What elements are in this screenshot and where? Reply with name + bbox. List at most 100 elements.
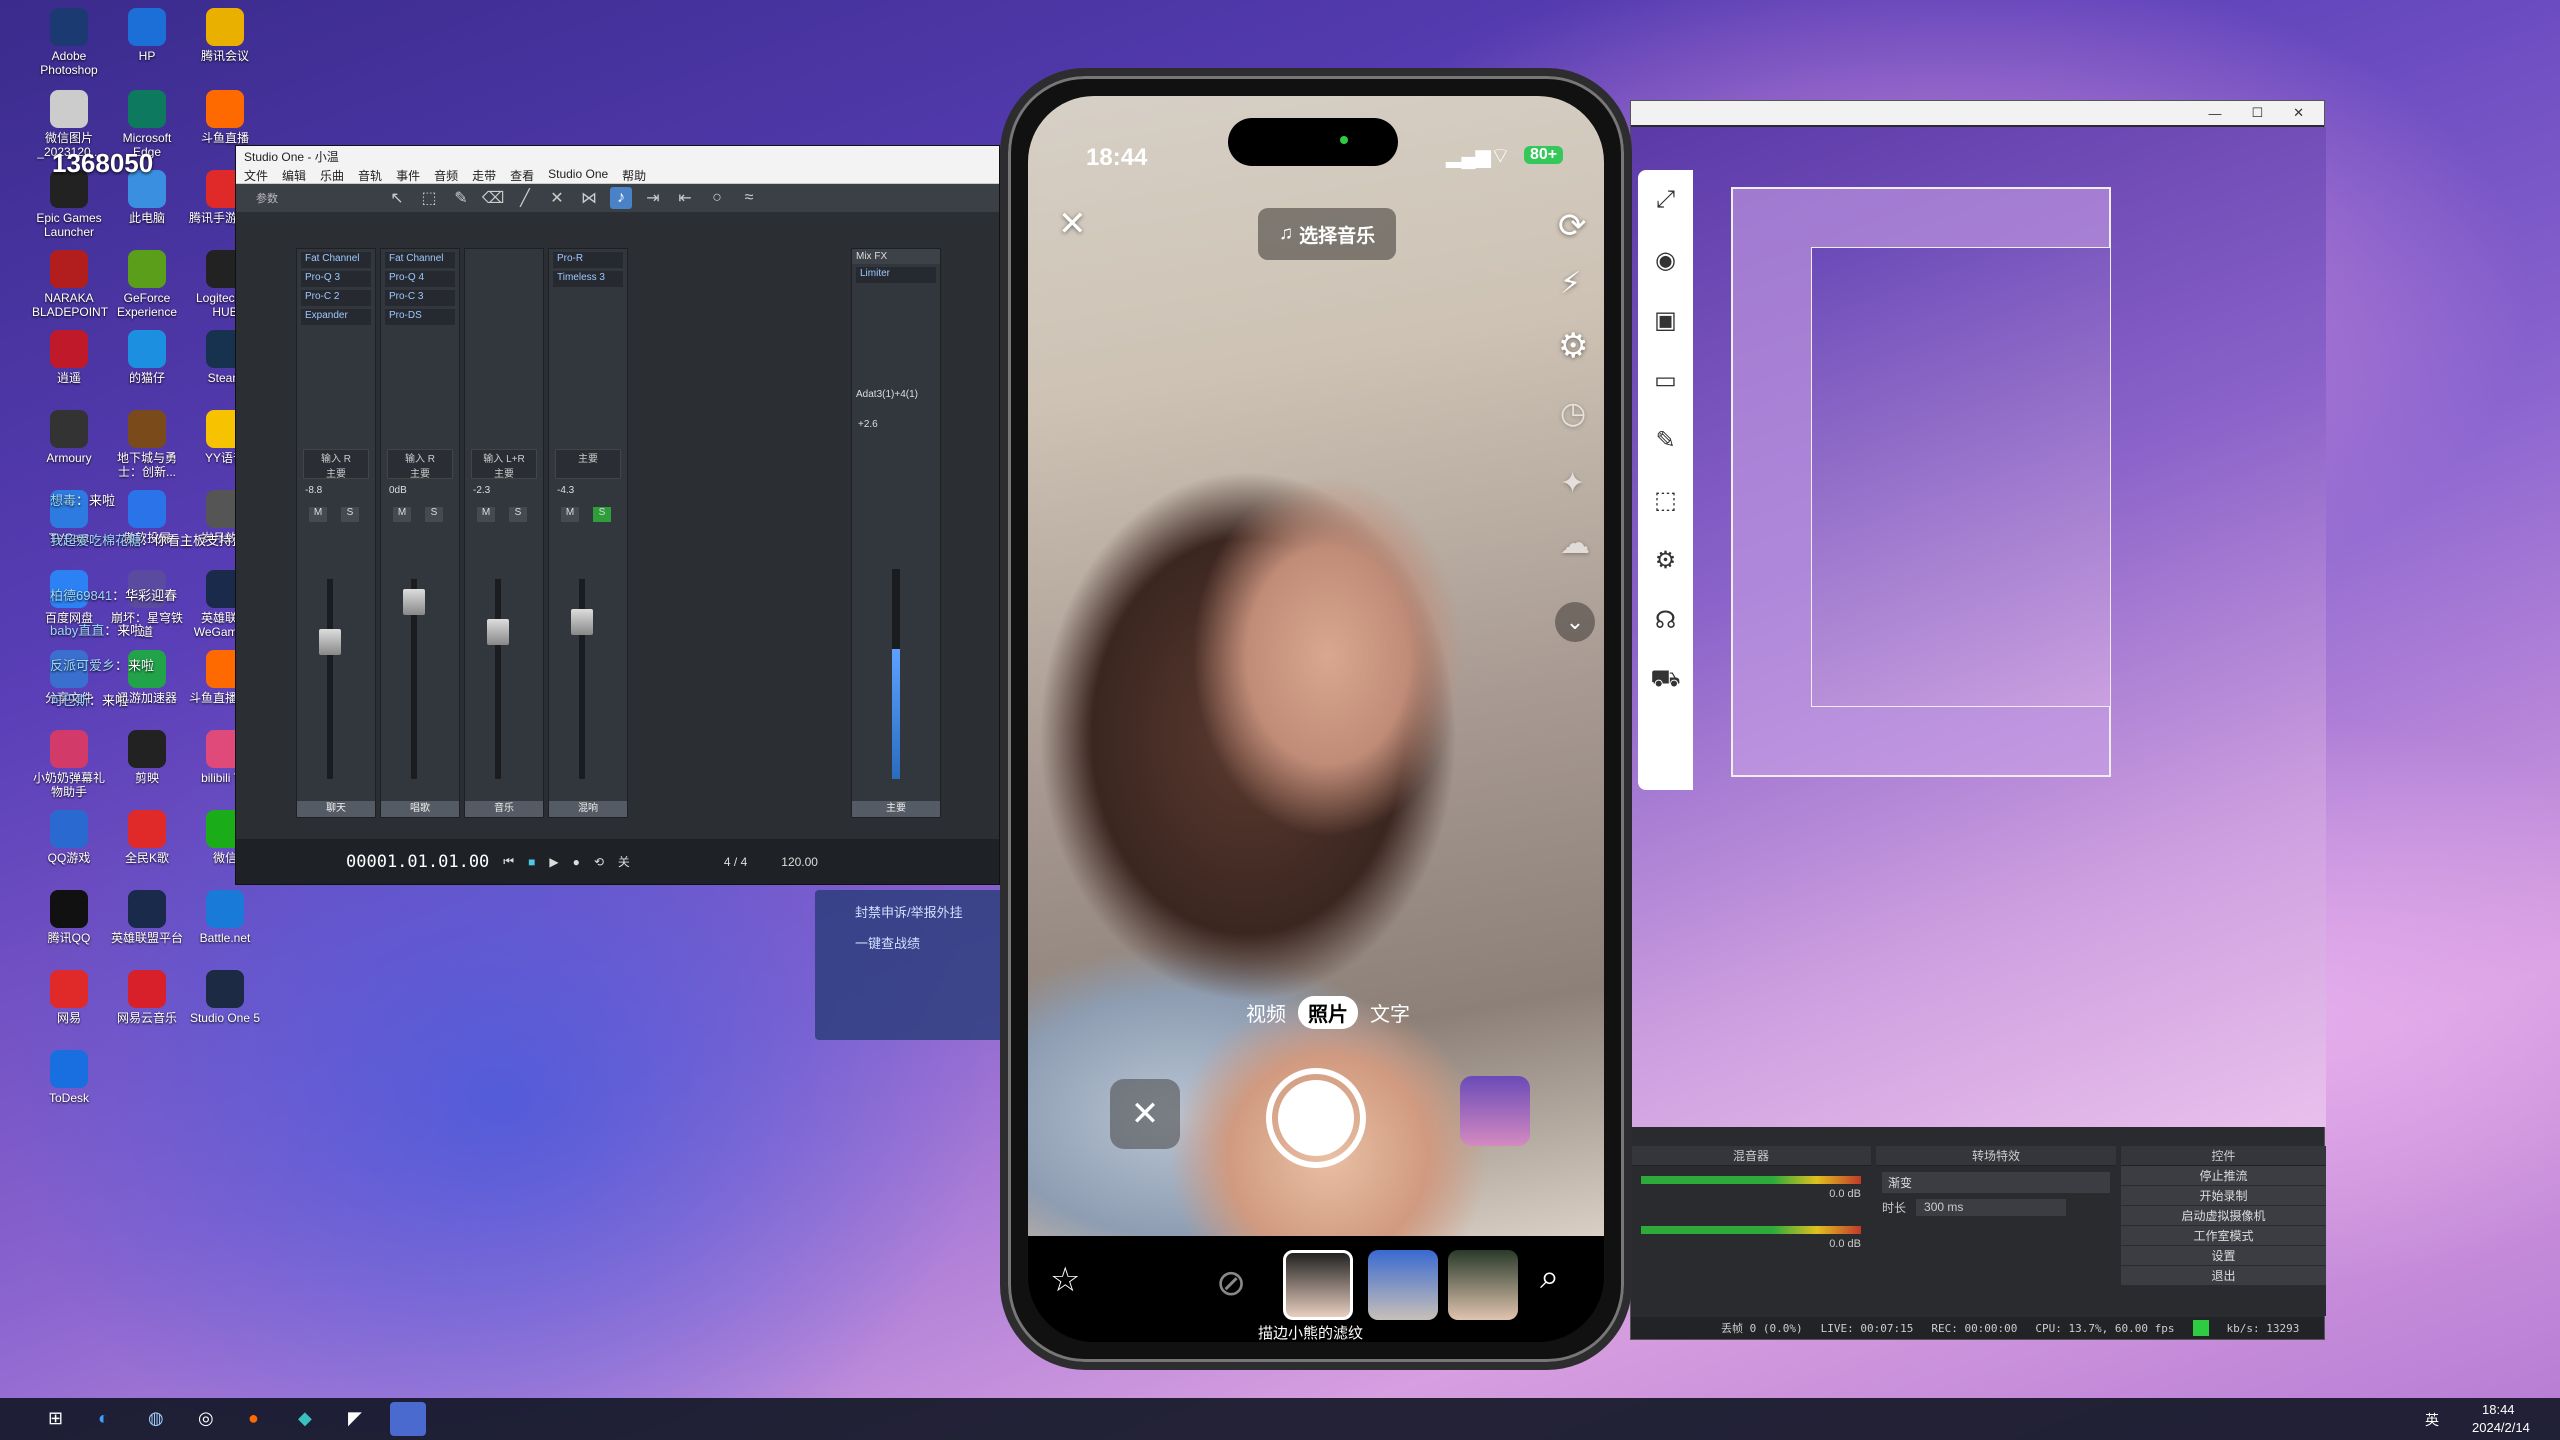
close-icon[interactable]: ✕ (1058, 204, 1087, 244)
fader-handle[interactable] (571, 609, 593, 635)
shutter-button[interactable] (1266, 1068, 1366, 1168)
desktop-icon[interactable]: Epic Games Launcher (32, 170, 106, 239)
edge-taskbar-icon[interactable]: ◐ (98, 1408, 109, 1429)
solo-button[interactable]: S (341, 507, 359, 522)
mode-photo[interactable]: 照片 (1298, 995, 1358, 1029)
settings-icon[interactable]: ⚙ (1638, 530, 1693, 590)
mode-video[interactable]: 视频 (1246, 998, 1286, 1027)
desktop-icon[interactable]: Armoury (32, 410, 106, 465)
menu-item[interactable]: 帮助 (622, 167, 646, 183)
headphones-icon[interactable]: ☊ (1638, 590, 1693, 650)
beauty-icon[interactable]: ☁ (1560, 526, 1590, 561)
main-bus-insert[interactable]: Limiter (856, 267, 936, 283)
channel-name[interactable]: 混响 (549, 801, 627, 817)
desktop-icon[interactable]: 逍遥 (32, 330, 106, 385)
solo-button[interactable]: S (509, 507, 527, 522)
camera-icon[interactable]: ◉ (1638, 230, 1693, 290)
desktop-icon[interactable]: Adobe Photoshop (32, 8, 106, 77)
crop-icon[interactable]: ⬚ (1638, 470, 1693, 530)
desktop-icon[interactable]: 斗鱼直播 (188, 90, 262, 145)
steam-taskbar-icon[interactable]: ◍ (148, 1408, 164, 1429)
forward-tool-icon[interactable]: ⇥ (642, 187, 664, 209)
insert-slot[interactable]: Expander (301, 309, 371, 325)
desktop-icon[interactable]: NARAKA BLADEPOINT (32, 250, 108, 319)
insert-slot[interactable]: Pro-C 2 (301, 290, 371, 306)
screen-cast-icon[interactable]: ▭ (1638, 350, 1693, 410)
play-button[interactable]: ▶ (549, 855, 558, 869)
mix-tool-icon[interactable]: ≈ (738, 187, 760, 209)
channel-io[interactable]: 输入 R 主要 (387, 449, 453, 480)
mute-tool-icon[interactable]: ✕ (546, 187, 568, 209)
maximize-icon[interactable]: ☐ (2251, 105, 2263, 121)
desktop-icon[interactable]: 网易云音乐 (110, 970, 184, 1025)
douyu-taskbar-icon[interactable]: ● (248, 1408, 259, 1429)
desktop-icon[interactable]: 腾讯会议 (188, 8, 262, 63)
star-icon[interactable]: ☆ (1050, 1260, 1080, 1300)
menu-item[interactable]: Studio One (548, 167, 608, 182)
record-button[interactable]: ● (573, 855, 580, 869)
discard-button[interactable]: ✕ (1110, 1079, 1180, 1149)
close-icon[interactable]: ✕ (2293, 105, 2304, 121)
mute-button[interactable]: M (477, 507, 495, 522)
mute-button[interactable]: M (561, 507, 579, 522)
no-filter-icon[interactable]: ⊘ (1216, 1262, 1246, 1304)
obs-control-button[interactable]: 停止推流 (2121, 1166, 2326, 1186)
desktop-icon[interactable]: 全民K歌 (110, 810, 184, 865)
solo-button[interactable]: S (593, 507, 611, 522)
desktop-icon[interactable]: 小奶奶弹幕礼物助手 (32, 730, 106, 799)
studio-one-taskbar-icon[interactable]: ◤ (348, 1408, 362, 1429)
filter-thumb-3[interactable] (1448, 1250, 1518, 1320)
gallery-thumbnail[interactable] (1460, 1076, 1530, 1146)
search-icon[interactable]: ⌕ (1540, 1258, 1559, 1297)
desktop-icon[interactable]: 腾讯QQ (32, 890, 106, 945)
desktop-icon[interactable]: 网易 (32, 970, 106, 1025)
desktop-icon[interactable]: 剪映 (110, 730, 184, 785)
desktop-icon[interactable]: Studio One 5 (188, 970, 262, 1025)
rewind-button[interactable]: ⏮ (503, 854, 514, 869)
magic-wand-icon[interactable]: ✦ (1560, 466, 1585, 501)
zoom-tool-icon[interactable]: ○ (706, 187, 728, 209)
transition-select[interactable]: 渐变 (1882, 1172, 2110, 1193)
duration-input[interactable]: 300 ms (1916, 1199, 2067, 1216)
settings-icon[interactable]: ⚙ (1558, 326, 1588, 366)
menu-item[interactable]: 事件 (396, 167, 420, 183)
insert-slot[interactable]: Pro-Q 4 (385, 271, 455, 287)
menu-item[interactable]: 音频 (434, 167, 458, 183)
obs-control-button[interactable]: 开始录制 (2121, 1186, 2326, 1206)
channel-name[interactable]: 音乐 (465, 801, 543, 817)
start-icon[interactable]: ⊞ (48, 1408, 63, 1429)
minimize-icon[interactable]: — (2208, 106, 2221, 121)
insert-slot[interactable]: Pro-R (553, 252, 623, 268)
channel-io[interactable]: 主要 (555, 449, 621, 479)
insert-slot[interactable]: Pro-C 3 (385, 290, 455, 306)
ime-indicator[interactable]: 英 (2425, 1410, 2439, 1430)
obs-taskbar-icon[interactable]: ◎ (198, 1408, 214, 1429)
insert-slot[interactable]: Fat Channel (301, 252, 371, 268)
filter-thumb-1[interactable] (1283, 1250, 1353, 1320)
desktop-icon[interactable]: QQ游戏 (32, 810, 106, 865)
desktop-icon[interactable]: HP (110, 8, 184, 63)
desktop-icon[interactable]: 的猫仔 (110, 330, 184, 385)
appeal-link[interactable]: 封禁申诉/举报外挂 (855, 902, 975, 921)
channel-name[interactable]: 唱歌 (381, 801, 459, 817)
menu-item[interactable]: 文件 (244, 167, 268, 183)
menu-item[interactable]: 编辑 (282, 167, 306, 183)
range-tool-icon[interactable]: ⬚ (418, 187, 440, 209)
arrow-tool-icon[interactable]: ↖ (386, 187, 408, 209)
obs-control-button[interactable]: 设置 (2121, 1246, 2326, 1266)
menu-item[interactable]: 查看 (510, 167, 534, 183)
listen-tool-icon[interactable]: ♪ (610, 187, 632, 209)
cart-icon[interactable]: ⛟ (1638, 650, 1693, 710)
filter-thumb-2[interactable] (1368, 1250, 1438, 1320)
insert-slot[interactable]: Pro-Q 3 (301, 271, 371, 287)
timer-icon[interactable]: ◷ (1560, 396, 1586, 431)
insert-slot[interactable]: Pro-DS (385, 309, 455, 325)
channel-io[interactable]: 输入 R 主要 (303, 449, 369, 480)
insert-slot[interactable]: Timeless 3 (553, 271, 623, 287)
desktop-icon[interactable]: 英雄联盟平台 (110, 890, 184, 945)
channel-io[interactable]: 输入 L+R 主要 (471, 449, 537, 480)
skip-tool-icon[interactable]: ⇤ (674, 187, 696, 209)
solo-button[interactable]: S (425, 507, 443, 522)
fader-handle[interactable] (487, 619, 509, 645)
mode-text[interactable]: 文字 (1370, 998, 1410, 1027)
